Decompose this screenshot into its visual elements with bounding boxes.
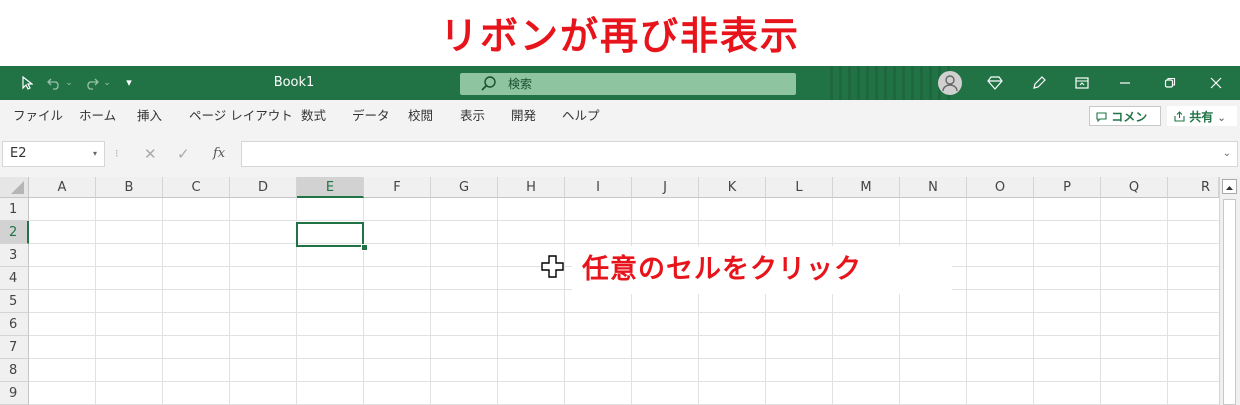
workbook-title: Book1 — [273, 75, 315, 90]
expand-formula-bar-icon[interactable]: ⌄ — [1223, 142, 1231, 166]
confirm-entry-icon[interactable]: ✓ — [177, 141, 190, 167]
scroll-up-button[interactable] — [1222, 179, 1237, 194]
row-header-7[interactable]: 7 — [0, 336, 29, 359]
column-header-g[interactable]: G — [431, 177, 498, 198]
column-header-k[interactable]: K — [699, 177, 766, 198]
annotation-callout: 任意のセルをクリック — [572, 246, 952, 294]
column-header-a[interactable]: A — [29, 177, 96, 198]
column-header-p[interactable]: P — [1034, 177, 1101, 198]
share-button[interactable]: 共有 ⌄ — [1167, 106, 1237, 126]
touch-mode-icon[interactable] — [18, 66, 36, 100]
cell-area[interactable] — [29, 198, 1219, 405]
ribbon-display-options-icon[interactable] — [1070, 66, 1094, 100]
redo-dropdown-icon[interactable]: ⌄ — [102, 66, 112, 100]
cell-cursor-icon — [541, 255, 564, 278]
row-header-2[interactable]: 2 — [0, 221, 29, 244]
insert-function-icon[interactable]: fx — [213, 141, 225, 167]
close-icon[interactable] — [1204, 66, 1228, 100]
scroll-up-arrow-icon — [1226, 186, 1233, 190]
row-header-3[interactable]: 3 — [0, 244, 29, 267]
fill-handle[interactable] — [361, 244, 368, 251]
user-icon — [942, 75, 958, 92]
annotation-banner: リボンが再び非表示 — [0, 0, 1240, 66]
user-avatar[interactable] — [938, 71, 962, 95]
column-header-q[interactable]: Q — [1101, 177, 1168, 198]
undo-dropdown-icon[interactable]: ⌄ — [64, 66, 74, 100]
tab-review[interactable]: 校閲 — [408, 100, 433, 131]
comments-button[interactable]: コメント — [1089, 106, 1161, 144]
column-header-b[interactable]: B — [96, 177, 163, 198]
diamond-icon[interactable] — [984, 66, 1006, 100]
minimize-icon[interactable] — [1113, 66, 1137, 100]
formula-input[interactable]: ⌄ — [241, 141, 1238, 167]
row-header-9[interactable]: 9 — [0, 382, 29, 405]
tab-file[interactable]: ファイル — [13, 100, 63, 131]
name-box[interactable]: E2 ▾ — [2, 141, 105, 167]
ribbon-tab-bar: ファイル ホーム 挿入 ページ レイアウト 数式 データ 校閲 表示 開発 ヘル… — [0, 100, 1240, 131]
row-header-8[interactable]: 8 — [0, 359, 29, 382]
column-header-r[interactable]: R — [1168, 177, 1219, 198]
active-cell-e2[interactable] — [296, 222, 364, 247]
column-header-j[interactable]: J — [632, 177, 699, 198]
title-bar: ⌄ ⌄ ▾ Book1 検索 — [0, 66, 1240, 100]
scrollbar-thumb[interactable] — [1223, 199, 1236, 405]
pen-icon[interactable] — [1028, 66, 1050, 100]
redo-icon[interactable] — [82, 66, 102, 100]
annotation-title: リボンが再び非表示 — [412, 6, 828, 66]
share-button-label: 共有 — [1189, 110, 1214, 124]
search-box[interactable]: 検索 — [460, 73, 796, 95]
column-header-d[interactable]: D — [230, 177, 297, 198]
row-header-1[interactable]: 1 — [0, 198, 29, 221]
cancel-entry-icon[interactable]: ✕ — [144, 141, 157, 167]
column-header-c[interactable]: C — [163, 177, 230, 198]
select-all-triangle-icon — [11, 181, 24, 194]
undo-icon[interactable] — [44, 66, 64, 100]
column-header-f[interactable]: F — [364, 177, 431, 198]
tab-insert[interactable]: 挿入 — [137, 100, 162, 131]
annotation-callout-text: 任意のセルをクリック — [582, 254, 862, 285]
formula-bar-grip-icon[interactable]: ⁝ — [115, 141, 119, 167]
row-header-5[interactable]: 5 — [0, 290, 29, 313]
tab-view[interactable]: 表示 — [460, 100, 485, 131]
name-box-value: E2 — [10, 146, 27, 161]
column-header-n[interactable]: N — [900, 177, 967, 198]
column-header-e[interactable]: E — [297, 177, 364, 198]
row-header-4[interactable]: 4 — [0, 267, 29, 290]
share-icon — [1174, 111, 1185, 122]
tab-developer[interactable]: 開発 — [511, 100, 536, 131]
row-header-6[interactable]: 6 — [0, 313, 29, 336]
tab-home[interactable]: ホーム — [79, 100, 116, 131]
column-header-h[interactable]: H — [498, 177, 565, 198]
restore-icon[interactable] — [1158, 66, 1182, 100]
search-placeholder: 検索 — [508, 77, 533, 91]
column-header-i[interactable]: I — [565, 177, 632, 198]
share-dropdown-icon[interactable]: ⌄ — [1217, 113, 1225, 124]
column-header-o[interactable]: O — [967, 177, 1034, 198]
formula-bar: E2 ▾ ⁝ ✕ ✓ fx ⌄ — [0, 131, 1240, 177]
column-header-l[interactable]: L — [766, 177, 833, 198]
name-box-dropdown-icon[interactable]: ▾ — [93, 142, 97, 166]
column-header-m[interactable]: M — [833, 177, 900, 198]
tab-help[interactable]: ヘルプ — [562, 100, 600, 131]
tab-page-layout[interactable]: ページ レイアウト — [189, 100, 293, 131]
search-icon — [481, 76, 496, 91]
title-bar-pattern — [830, 66, 950, 100]
select-all-button[interactable] — [0, 177, 29, 198]
vertical-scrollbar[interactable] — [1219, 177, 1240, 405]
comment-icon — [1096, 112, 1107, 123]
tab-data[interactable]: データ — [352, 100, 390, 131]
tab-formulas[interactable]: 数式 — [301, 100, 326, 131]
customize-qat-icon[interactable]: ▾ — [122, 66, 136, 100]
